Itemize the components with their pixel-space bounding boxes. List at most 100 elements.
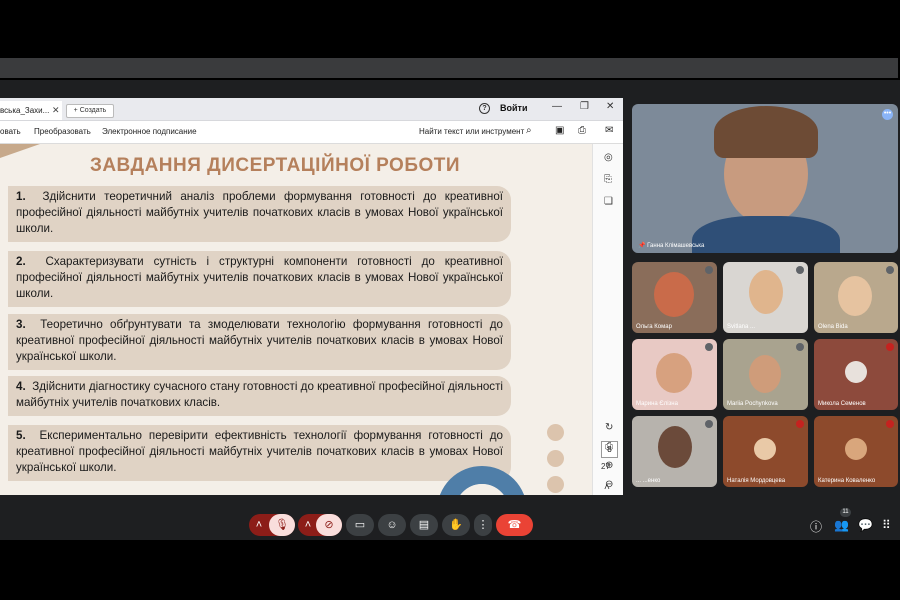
mic-toggle-button[interactable]: 🎙 <box>269 514 295 536</box>
mail-icon[interactable]: ✉ <box>605 125 613 136</box>
task-number: 3. <box>16 318 26 331</box>
participant-name: Mariia Pochynkova <box>727 401 778 407</box>
task-number: 5. <box>16 429 26 442</box>
participant-tile[interactable]: Ольга Комар <box>632 262 717 333</box>
mic-off-icon <box>796 266 804 274</box>
presentation-slide: ЗАВДАННЯ ДИСЕРТАЦІЙНОЇ РОБОТИ 1. Здійсни… <box>0 144 592 495</box>
slide-title: ЗАВДАННЯ ДИСЕРТАЦІЙНОЇ РОБОТИ <box>89 155 461 176</box>
camera-toggle-button[interactable]: ⊘ <box>316 514 342 536</box>
participant-name: Olena Bida <box>818 324 848 330</box>
search-icon[interactable]: ⌕ <box>526 125 532 136</box>
participant-video <box>749 270 783 314</box>
chevron-up-icon[interactable]: ˄ <box>249 514 269 536</box>
participant-name: Svitlana ... <box>727 324 756 330</box>
present-button[interactable]: ▭ <box>346 514 374 536</box>
participant-tile[interactable]: Марина Єлізна <box>632 339 717 410</box>
participant-tile[interactable]: Наталія Мордовцева <box>723 416 808 487</box>
help-icon[interactable]: ? <box>479 103 490 114</box>
new-tab-label: Создать <box>79 107 107 114</box>
camera-control[interactable]: ˄ ⊘ <box>298 514 342 536</box>
participant-name: Марина Єлізна <box>636 401 678 407</box>
pdf-tab-bar: вська_Захи... ✕ + Создать ? Войти — ❐ ✕ <box>0 98 623 121</box>
edit-menu[interactable]: овать <box>0 127 21 136</box>
task-item-5: 5. Експериментально перевірити ефективні… <box>8 425 511 481</box>
captions-icon: ▤ <box>418 519 430 531</box>
participant-tile[interactable]: Svitlana ... <box>723 262 808 333</box>
speaker-hair <box>714 106 818 158</box>
mic-off-icon <box>705 420 713 428</box>
more-options-icon[interactable]: ••• <box>882 109 893 120</box>
comment-icon[interactable]: ◎ <box>604 152 613 163</box>
raise-hand-button[interactable]: ✋ <box>442 514 470 536</box>
mic-control[interactable]: ˄ 🎙 <box>249 514 295 536</box>
participant-tile[interactable]: Микола Семенов <box>814 339 898 410</box>
emoji-button[interactable]: ☺ <box>378 514 406 536</box>
task-item-2: 2. Схарактеризувати сутність і структурн… <box>8 251 511 307</box>
task-text: Здійснити теоретичний аналіз проблеми фо… <box>16 190 503 235</box>
esign-menu[interactable]: Электронное подписание <box>102 127 197 136</box>
minimize-icon[interactable]: — <box>552 101 562 112</box>
chat-icon[interactable]: 💬 <box>858 518 873 532</box>
search-tools-label[interactable]: Найти текст или инструмент <box>419 127 524 136</box>
zoom-in-icon[interactable]: ⊕ <box>605 460 613 471</box>
mic-off-icon <box>705 266 713 274</box>
end-call-icon: ☎ <box>507 519 522 531</box>
pdf-toolbar: овать Преобразовать Электронное подписан… <box>0 121 623 144</box>
apps-icon[interactable]: ⠿ <box>882 518 891 532</box>
copy-icon[interactable]: ❏ <box>604 196 613 207</box>
restore-icon[interactable]: ❐ <box>580 101 589 112</box>
participants-count-badge: 11 <box>840 508 851 517</box>
speaker-tile[interactable]: ••• 📌 Ганна Клімашевська <box>632 104 898 253</box>
pin-icon: 📌 <box>638 243 648 249</box>
task-text: Схарактеризувати сутність і структурні к… <box>16 255 503 300</box>
zoom-out-icon[interactable]: ⊖ <box>605 479 613 490</box>
mic-off-icon <box>796 420 804 428</box>
chevron-up-icon[interactable]: ˄ <box>298 514 318 536</box>
participant-tile[interactable]: Mariia Pochynkova <box>723 339 808 410</box>
new-tab-button[interactable]: + Создать <box>66 104 114 118</box>
refresh-icon[interactable]: ↻ <box>605 422 613 433</box>
convert-menu[interactable]: Преобразовать <box>34 127 91 136</box>
more-button[interactable]: ⋮ <box>474 514 492 536</box>
participant-video <box>658 426 692 468</box>
document-icon[interactable]: ⎙ <box>605 441 613 452</box>
participant-tile[interactable]: Катерина Коваленко <box>814 416 898 487</box>
slide-corner-decoration <box>0 144 40 158</box>
speaker-clothes <box>692 216 840 253</box>
close-tab-icon[interactable]: ✕ <box>52 101 60 120</box>
participant-name: Катерина Коваленко <box>818 478 876 484</box>
task-number: 1. <box>16 190 26 203</box>
people-icon[interactable]: 👥 <box>834 518 849 532</box>
participant-name: Ольга Комар <box>636 324 672 330</box>
participant-name: Наталія Мордовцева <box>727 478 786 484</box>
participant-video <box>654 272 694 317</box>
participant-video <box>656 353 692 393</box>
browser-address-bar[interactable] <box>0 58 898 78</box>
task-text: Здійснити діагностику сучасного стану го… <box>16 380 503 409</box>
participant-avatar <box>845 361 867 383</box>
task-text: Експериментально перевірити ефективність… <box>16 429 503 474</box>
fill-sign-icon[interactable]: ⎘ <box>604 174 612 185</box>
mic-off-icon: 🎙 <box>275 519 289 531</box>
close-icon[interactable]: ✕ <box>606 101 614 112</box>
save-icon[interactable]: ▣ <box>555 125 564 136</box>
top-black-bar <box>0 0 900 56</box>
participant-tile[interactable]: ... ...енко <box>632 416 717 487</box>
mic-off-icon <box>886 343 894 351</box>
info-icon[interactable]: ⓘ <box>810 518 822 535</box>
decor-dot <box>547 476 564 493</box>
task-item-3: 3. Теоретично обґрунтувати та змоделюват… <box>8 314 511 370</box>
participant-video <box>749 355 781 393</box>
task-number: 2. <box>16 255 26 268</box>
decor-dot <box>547 424 564 441</box>
sign-in-button[interactable]: Войти <box>500 103 527 113</box>
camera-off-icon: ⊘ <box>324 519 334 531</box>
captions-button[interactable]: ▤ <box>410 514 438 536</box>
print-icon[interactable]: ⎙ <box>578 125 586 136</box>
participant-tile[interactable]: Olena Bida <box>814 262 898 333</box>
more-icon: ⋮ <box>477 519 489 531</box>
decor-dot <box>547 450 564 467</box>
document-tab[interactable]: вська_Захи... ✕ <box>0 101 62 120</box>
document-tab-title: вська_Захи... <box>0 106 50 115</box>
end-call-button[interactable]: ☎ <box>496 514 533 536</box>
